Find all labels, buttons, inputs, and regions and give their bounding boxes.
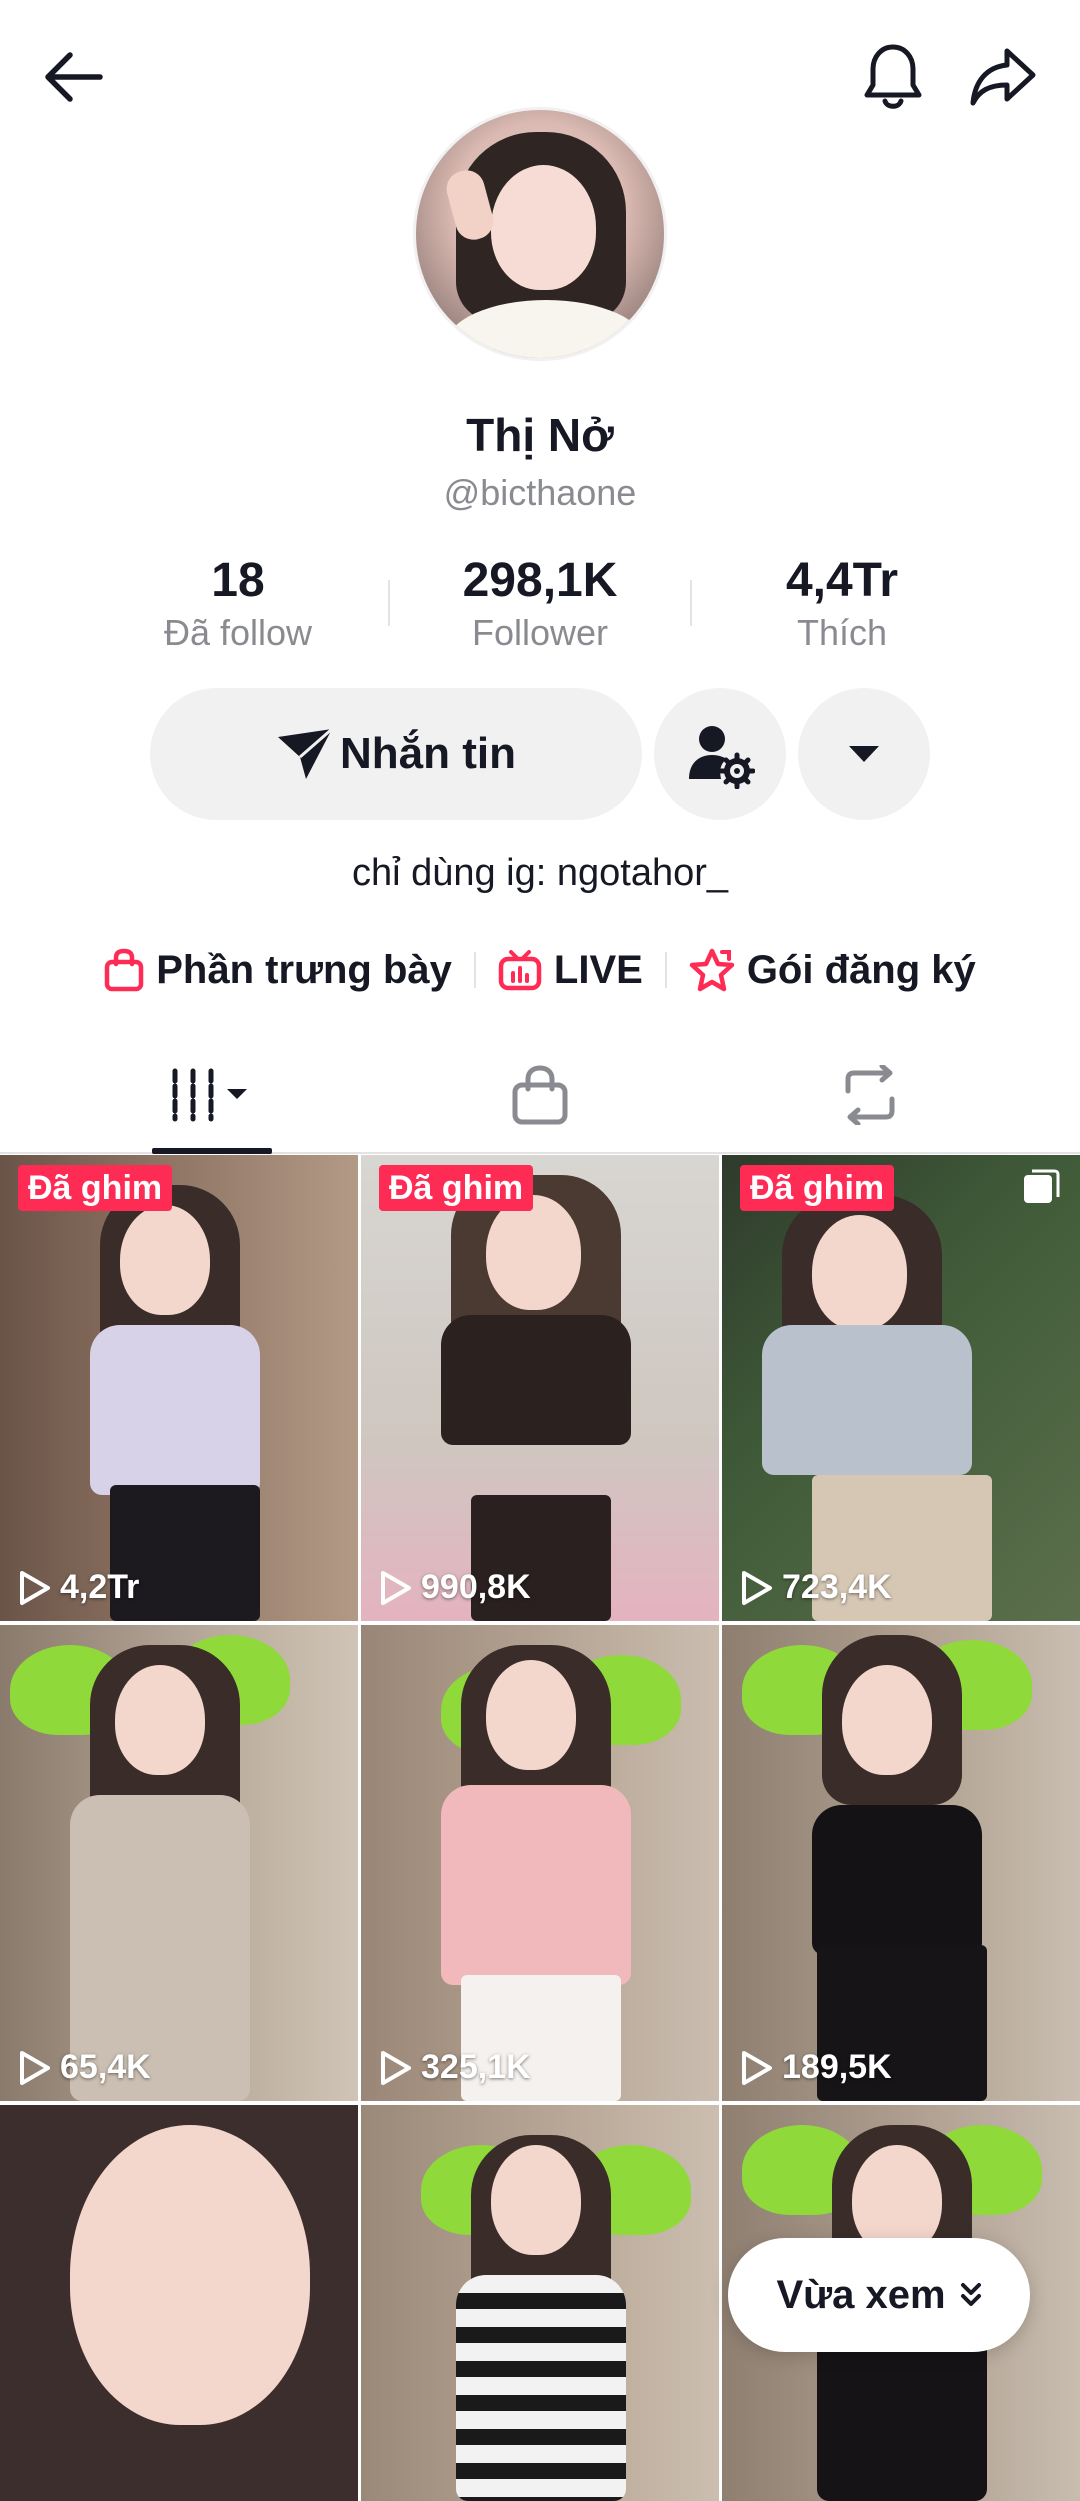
tab-active-indicator — [152, 1148, 272, 1154]
view-count: 189,5K — [740, 2048, 892, 2087]
subscription-link[interactable]: Gói đăng ký — [675, 948, 990, 993]
video-thumbnail[interactable]: Đã ghim 4,2Tr — [0, 1155, 358, 1621]
stat-value: 18 — [211, 554, 265, 607]
repost-icon — [845, 1065, 895, 1125]
view-count-value: 189,5K — [782, 2048, 892, 2086]
play-icon — [20, 1570, 50, 1605]
view-count-value: 4,2Tr — [60, 1568, 140, 1606]
play-icon — [381, 2050, 411, 2085]
subscription-link-label: Gói đăng ký — [746, 947, 976, 992]
view-count: 4,2Tr — [18, 1568, 139, 1607]
play-icon — [742, 1570, 772, 1605]
live-link[interactable]: LIVE — [484, 948, 657, 993]
shopping-bag-icon — [104, 948, 144, 992]
view-count: 990,8K — [379, 1568, 531, 1607]
video-thumbnail[interactable] — [361, 2105, 719, 2501]
pinned-badge: Đã ghim — [379, 1165, 534, 1211]
video-thumbnail[interactable]: Đã ghim 990,8K — [361, 1155, 719, 1621]
stat-value: 298,1K — [462, 554, 618, 607]
more-options-button[interactable] — [798, 688, 930, 820]
star-icon — [689, 948, 735, 992]
share-arrow-icon — [970, 48, 1036, 106]
play-icon — [20, 2050, 50, 2085]
video-thumbnail[interactable]: 325,1K — [361, 1625, 719, 2101]
view-count: 723,4K — [740, 1568, 892, 1607]
live-link-label: LIVE — [553, 947, 643, 992]
stat-value: 4,4Tr — [785, 554, 899, 607]
link-divider — [664, 952, 667, 988]
avatar[interactable] — [413, 107, 667, 361]
profile-stats: 18 Đã follow 298,1K Follower 4,4Tr Thích — [0, 552, 1080, 662]
user-gear-icon — [689, 726, 755, 789]
view-count-value: 723,4K — [782, 1568, 892, 1606]
message-button[interactable]: Nhắn tin — [150, 688, 642, 820]
bag-icon — [512, 1065, 568, 1125]
profile-bio: chỉ dùng ig: ngotahor_ — [351, 852, 729, 894]
video-thumbnail[interactable]: 65,4K — [0, 1625, 358, 2101]
friend-settings-button[interactable] — [654, 688, 786, 820]
profile-name: Thị Nở — [466, 409, 614, 461]
stat-likes[interactable]: 4,4Tr Thích — [692, 552, 992, 656]
tv-icon — [498, 950, 542, 991]
double-chevron-down-icon — [960, 2283, 981, 2306]
view-count-value: 990,8K — [421, 1568, 531, 1606]
notification-button[interactable] — [848, 32, 938, 122]
profile-links: Phần trưng bày LIVE Gói đăng ký — [0, 938, 1080, 1002]
tab-reposts[interactable] — [690, 1036, 1050, 1154]
stat-followers[interactable]: 298,1K Follower — [390, 552, 690, 656]
view-count: 325,1K — [379, 2048, 531, 2087]
profile-handle: @bicthaone — [443, 472, 637, 513]
link-divider — [473, 952, 476, 988]
pinned-badge: Đã ghim — [740, 1165, 895, 1211]
multi-photo-icon — [1022, 1167, 1062, 1212]
content-tabs — [0, 1036, 1080, 1154]
stat-label: Đã follow — [163, 612, 313, 653]
showcase-link-label: Phần trưng bày — [156, 947, 452, 992]
share-button[interactable] — [958, 32, 1048, 122]
video-thumbnail[interactable]: 189,5K — [722, 1625, 1080, 2101]
recently-watched-label: Vừa xem — [776, 2272, 946, 2317]
message-button-label: Nhắn tin — [340, 729, 516, 778]
grid-lines-icon — [172, 1068, 247, 1122]
arrow-left-icon — [45, 52, 103, 102]
recently-watched-button[interactable]: Vừa xem — [728, 2238, 1030, 2352]
profile-actions: Nhắn tin — [0, 688, 1080, 820]
play-icon — [742, 2050, 772, 2085]
pinned-badge: Đã ghim — [18, 1165, 173, 1211]
video-thumbnail[interactable] — [0, 2105, 358, 2501]
back-button[interactable] — [28, 32, 118, 122]
tab-shop[interactable] — [360, 1036, 720, 1154]
video-thumbnail[interactable]: Đã ghim 723,4K — [722, 1155, 1080, 1621]
send-icon — [278, 727, 333, 779]
stat-label: Thích — [796, 612, 888, 653]
bell-icon — [864, 44, 922, 109]
play-icon — [381, 1570, 411, 1605]
view-count-value: 65,4K — [60, 2048, 151, 2086]
stat-label: Follower — [471, 612, 609, 653]
caret-down-icon — [849, 746, 879, 762]
view-count: 65,4K — [18, 2048, 151, 2087]
view-count-value: 325,1K — [421, 2048, 531, 2086]
tab-videos[interactable] — [30, 1036, 394, 1154]
showcase-link[interactable]: Phần trưng bày — [90, 948, 466, 993]
stat-following[interactable]: 18 Đã follow — [88, 552, 388, 656]
